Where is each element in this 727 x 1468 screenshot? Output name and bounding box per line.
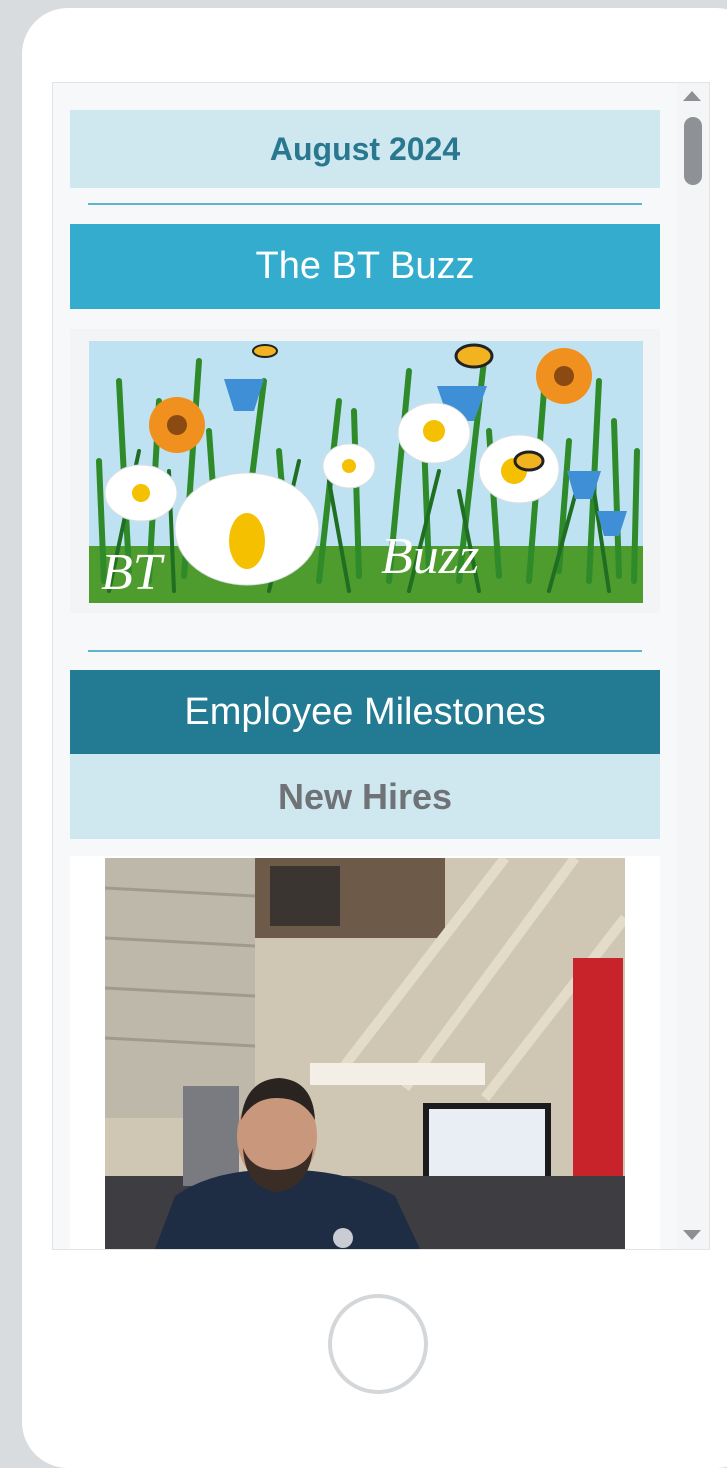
new-hire-photo — [105, 858, 625, 1249]
divider — [88, 203, 642, 205]
newsletter-content: August 2024 The BT Buzz BT Buzz Employee… — [53, 83, 677, 1249]
vertical-scrollbar[interactable] — [677, 83, 709, 1249]
divider — [88, 650, 642, 652]
bt-buzz-banner-image: BT Buzz — [89, 341, 643, 603]
scroll-up-arrow-icon[interactable] — [683, 91, 701, 101]
date-heading: August 2024 — [70, 110, 660, 188]
banner-logo-right: Buzz — [381, 528, 479, 585]
newsletter-viewport[interactable]: August 2024 The BT Buzz BT Buzz Employee… — [52, 82, 710, 1250]
milestones-heading: Employee Milestones — [70, 670, 660, 754]
new-hires-heading: New Hires — [70, 754, 660, 839]
scrollbar-thumb[interactable] — [684, 117, 702, 185]
home-button-icon[interactable] — [328, 1294, 428, 1394]
scroll-down-arrow-icon[interactable] — [683, 1230, 701, 1240]
newsletter-title: The BT Buzz — [70, 224, 660, 309]
banner-logo-left: BT — [101, 544, 165, 601]
